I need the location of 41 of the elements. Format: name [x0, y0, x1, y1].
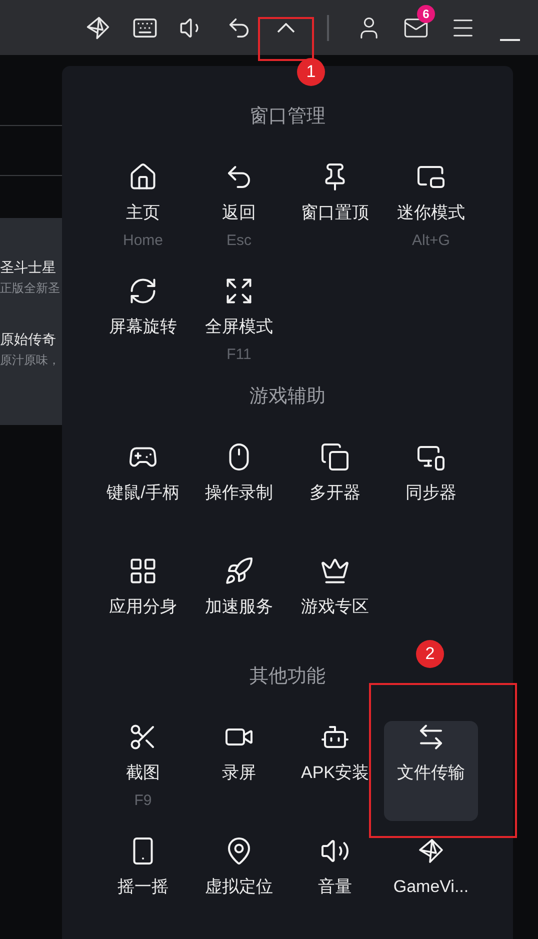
menu-item[interactable]: 录屏 [192, 721, 286, 821]
chevron-up-icon [276, 22, 294, 32]
menu-item[interactable]: 窗口置顶 [288, 161, 382, 261]
menu-item[interactable]: 操作录制 [192, 441, 286, 541]
menu-item[interactable]: APK安装 [288, 721, 382, 821]
expand-icon [224, 276, 254, 306]
section-title: 游戏辅助 [250, 384, 326, 409]
windows-icon [320, 442, 350, 472]
minimize-icon [500, 38, 520, 40]
section-title: 其他功能 [250, 664, 326, 689]
game-description: 正版全新圣 [0, 280, 60, 297]
rotate-icon [128, 276, 158, 306]
rocket-icon [224, 556, 254, 586]
section-title: 窗口管理 [250, 104, 326, 129]
notification-badge: 6 [417, 5, 435, 23]
menu-item[interactable]: 主页 Home [96, 161, 190, 261]
menu-item[interactable]: 迷你模式 Alt+G [384, 161, 478, 261]
menu-item[interactable]: 文件传输 [384, 721, 478, 821]
game-title: 圣斗士星 [0, 258, 56, 277]
menu-item[interactable]: 键鼠/手柄 [96, 441, 190, 541]
butterfly-icon [416, 836, 446, 866]
crown-icon [320, 556, 350, 586]
game-description: 原汁原味， [0, 352, 60, 369]
menu-item[interactable]: 同步器 [384, 441, 478, 541]
home-icon [128, 162, 158, 192]
menu-item[interactable]: 应用分身 [96, 555, 190, 655]
toolbar-button[interactable]: 6 [392, 0, 439, 55]
menu-item[interactable]: GameVi... [384, 835, 478, 935]
game-title: 原始传奇 [0, 330, 56, 349]
annotation-box [258, 17, 314, 61]
menu-item[interactable]: 虚拟定位 [192, 835, 286, 935]
menu-item[interactable]: 截图 F9 [96, 721, 190, 821]
menu-item[interactable]: 游戏专区 [288, 555, 382, 655]
grid-icon [128, 556, 158, 586]
menu-item[interactable]: 返回 Esc [192, 161, 286, 261]
menu-item[interactable]: 音量 [288, 835, 382, 935]
menu-item[interactable]: 屏幕旋转 [96, 275, 190, 375]
menu-item[interactable]: 加速服务 [192, 555, 286, 655]
menu-item[interactable]: 多开器 [288, 441, 382, 541]
menu-item[interactable]: 摇一摇 [96, 835, 190, 935]
menu-item[interactable]: 全屏模式 F11 [192, 275, 286, 375]
